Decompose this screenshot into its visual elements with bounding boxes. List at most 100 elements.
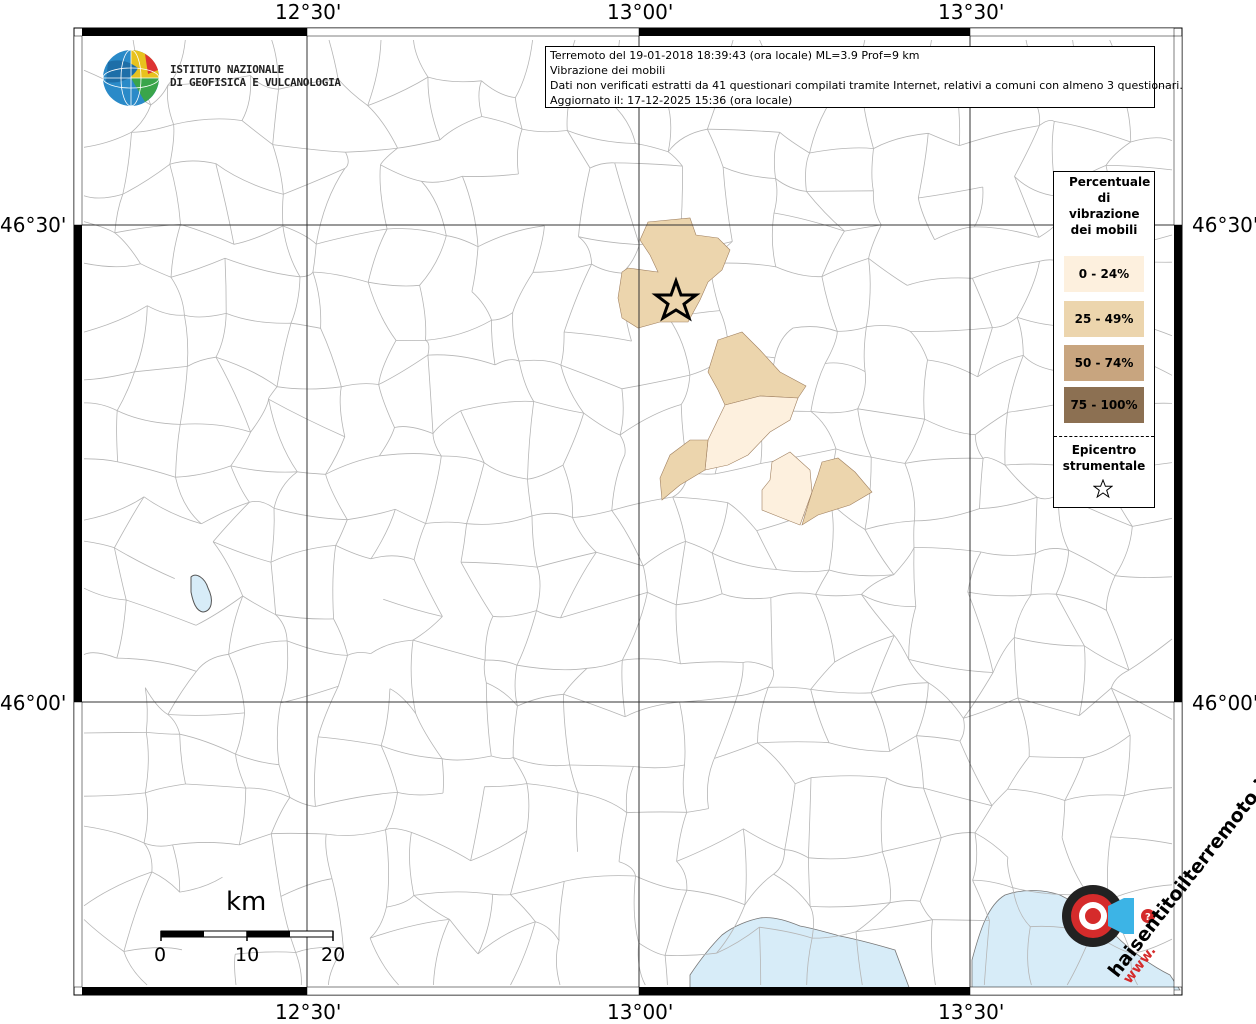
municipality-border [556, 940, 561, 986]
municipality-border [611, 454, 626, 511]
municipality-border [483, 659, 487, 683]
municipality-border [280, 878, 333, 897]
municipality-border [810, 689, 830, 743]
municipality-border [770, 597, 773, 669]
municipality-border [775, 266, 822, 278]
municipality-border [972, 880, 990, 921]
municipality-border [537, 551, 597, 568]
municipality-border [339, 386, 346, 437]
municipality-border [146, 732, 180, 735]
municipality-border [515, 97, 523, 130]
municipality-border [563, 668, 588, 695]
municipality-border [470, 786, 485, 861]
municipality-border [824, 331, 838, 364]
municipality-border [857, 408, 925, 420]
municipality-border [169, 124, 175, 165]
municipality-border [560, 552, 597, 619]
municipality-border [974, 434, 984, 459]
municipality-border [167, 671, 197, 715]
municipality-border [770, 592, 816, 598]
municipality-border [122, 132, 132, 195]
municipality-border [409, 832, 415, 896]
municipality-border [686, 889, 746, 906]
municipality-border [449, 919, 479, 955]
municipality-border [344, 152, 349, 169]
municipality-border [963, 697, 1019, 719]
municipality-border [470, 830, 528, 862]
municipality-border [756, 530, 777, 570]
municipality-border [1114, 526, 1133, 576]
municipality-border [919, 837, 942, 902]
municipality-border [272, 144, 346, 153]
municipality-border [1023, 355, 1054, 371]
municipality-border [179, 876, 223, 893]
sea-lagoon-west [689, 917, 911, 991]
municipality-border [335, 519, 348, 546]
municipality-border [224, 257, 301, 278]
municipality-border [1013, 637, 1019, 698]
municipality-border [114, 232, 141, 264]
municipality-border [757, 742, 796, 785]
municipality-border [1004, 412, 1008, 466]
municipality-border [526, 783, 530, 832]
municipality-border [314, 736, 319, 807]
municipality-border [531, 515, 538, 568]
municipality-border [1068, 549, 1116, 577]
municipality-border [460, 561, 538, 568]
municipality-border [913, 547, 917, 607]
municipality-border [712, 552, 777, 570]
municipality-border [736, 662, 744, 697]
municipality-border [757, 741, 830, 744]
municipality-border [991, 788, 1008, 806]
municipality-border [144, 732, 149, 793]
municipality-border [533, 401, 584, 414]
municipality-border [486, 682, 518, 707]
municipality-border [1007, 788, 1065, 801]
municipality-border [614, 162, 640, 245]
municipality-border [1007, 355, 1024, 413]
municipality-border [721, 593, 771, 600]
municipality-border [1110, 669, 1130, 689]
municipality-border [230, 431, 251, 467]
municipality-border [821, 276, 838, 332]
municipality-border [427, 355, 434, 434]
municipality-border [567, 130, 636, 144]
municipality-border [439, 116, 482, 141]
municipality-border [517, 128, 523, 175]
municipality-border [532, 263, 592, 273]
municipality-border [325, 834, 333, 879]
legend-class-0-24: 0 - 24% [1064, 256, 1144, 292]
municipality-border [924, 418, 976, 436]
municipality-border [676, 593, 723, 606]
legend-title: Percentuale di vibrazione dei mobili [1069, 175, 1151, 237]
municipality-border [270, 562, 277, 615]
municipality-border [122, 163, 171, 195]
municipality-border [864, 520, 915, 530]
municipality-border [774, 327, 794, 358]
municipality-border [619, 388, 624, 436]
municipality-border [180, 423, 251, 433]
municipality-border [245, 787, 291, 798]
municipality-border [913, 547, 982, 553]
municipality-border [380, 745, 443, 760]
municipality-border [934, 226, 975, 241]
municipality-border [844, 224, 882, 232]
municipality-border [337, 655, 348, 687]
municipality-border [578, 792, 628, 814]
municipality-border [1132, 517, 1173, 527]
municipality-border [1078, 645, 1086, 716]
municipality-border [744, 873, 774, 906]
municipality-border [419, 285, 427, 341]
municipality-border [421, 181, 447, 236]
municipality-25-49 [801, 457, 873, 526]
municipality-border [722, 166, 733, 242]
municipality-border [326, 829, 386, 836]
municipality-border [228, 654, 245, 713]
municipality-border [810, 775, 887, 779]
municipality-border [647, 592, 677, 606]
municipality-border [828, 502, 834, 571]
municipality-border [572, 517, 597, 553]
municipality-border [83, 305, 148, 333]
ingv-line-2: DI GEOFISICA E VULCANOLOGIA [170, 76, 341, 89]
municipality-border [908, 606, 917, 660]
